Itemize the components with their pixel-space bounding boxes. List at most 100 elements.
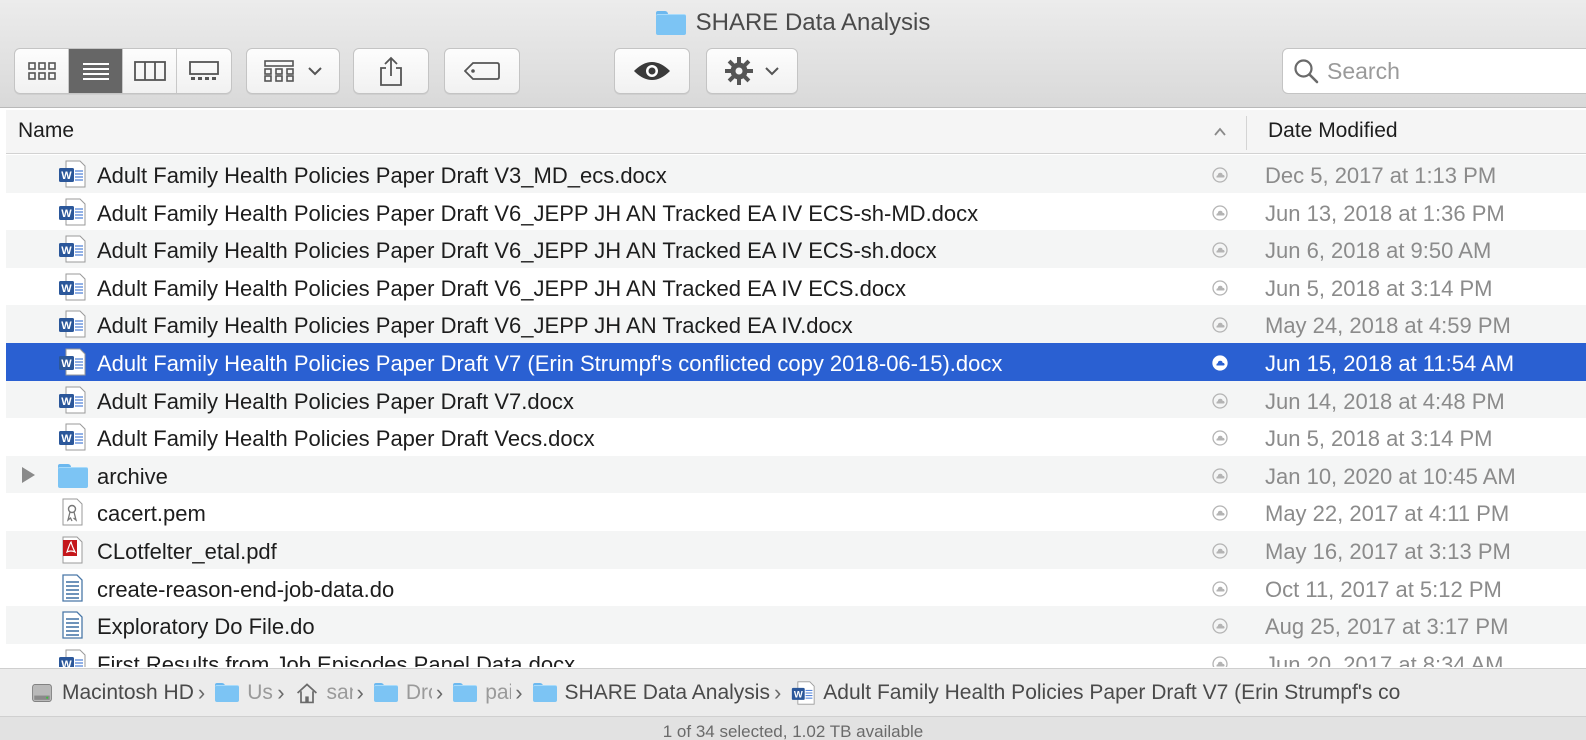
- list-column-header: Name Date Modified: [6, 110, 1586, 154]
- file-date-modified: Aug 25, 2017 at 3:17 PM: [1265, 614, 1509, 640]
- file-row[interactable]: Exploratory Do File.do Aug 25, 2017 at 3:…: [6, 606, 1586, 644]
- path-separator-icon: ›: [515, 679, 523, 705]
- search-field[interactable]: [1282, 48, 1586, 94]
- path-bar-item[interactable]: pai: [453, 681, 511, 705]
- path-bar-item[interactable]: Macintosh HD: [30, 681, 194, 705]
- svg-text:W: W: [61, 396, 72, 408]
- file-type-icon-wrapper: [58, 463, 88, 492]
- svg-text:W: W: [61, 659, 72, 667]
- word-doc-icon: W: [792, 680, 815, 705]
- text-doc-icon: [62, 611, 83, 639]
- file-type-icon-wrapper: [58, 573, 86, 602]
- file-date-modified: Jun 5, 2018 at 3:14 PM: [1265, 426, 1493, 452]
- file-row[interactable]: W Adult Family Health Policies Paper Draf…: [6, 267, 1586, 306]
- file-type-icon-wrapper: [58, 498, 86, 526]
- list-icon: [82, 63, 109, 80]
- file-date-modified: Jun 13, 2018 at 1:36 PM: [1265, 200, 1505, 226]
- path-separator-icon: ›: [197, 679, 206, 705]
- file-row[interactable]: W Adult Family Health Policies Paper Draf…: [6, 380, 1586, 419]
- path-separator-icon: ›: [356, 679, 364, 705]
- path-bar: Macintosh HD›Use›san›Drc›pai›SHARE Data …: [0, 668, 1586, 716]
- word-doc-icon: W: [59, 273, 86, 301]
- file-date-modified: Jun 6, 2018 at 9:50 AM: [1265, 238, 1492, 264]
- view-mode-control: [14, 48, 232, 94]
- chevron-down-icon: [308, 67, 322, 76]
- file-type-icon-wrapper: [58, 611, 86, 639]
- icon-view-button[interactable]: [15, 49, 69, 93]
- list-view-button[interactable]: [69, 49, 123, 93]
- path-bar-item[interactable]: san: [295, 681, 353, 705]
- word-doc-icon: W: [59, 198, 86, 226]
- group-by-button[interactable]: [246, 48, 340, 94]
- file-type-icon-wrapper: [58, 536, 86, 564]
- path-bar-item[interactable]: W Adult Family Health Policies Paper Draf…: [791, 681, 1400, 705]
- folder-icon: [58, 463, 88, 489]
- path-bar-label: Drc: [405, 680, 432, 704]
- sync-status-icon: [1212, 167, 1228, 183]
- path-bar-item[interactable]: Use: [215, 681, 273, 705]
- file-row[interactable]: W First Results from Job Episodes Panel D…: [6, 643, 1586, 667]
- sync-status-icon: [1212, 656, 1228, 667]
- file-row[interactable]: W Adult Family Health Policies Paper Draf…: [6, 305, 1586, 343]
- file-name: create-reason-end-job-data.do: [97, 576, 395, 602]
- file-date-modified: Jan 10, 2020 at 10:45 AM: [1265, 463, 1516, 489]
- column-view-button[interactable]: [123, 49, 177, 93]
- file-list: W Adult Family Health Policies Paper Draf…: [6, 155, 1586, 667]
- word-doc-icon: W: [59, 235, 86, 263]
- path-bar-item[interactable]: Drc: [373, 680, 432, 705]
- file-row[interactable]: W Adult Family Health Policies Paper Draf…: [6, 342, 1586, 381]
- file-row[interactable]: W Adult Family Health Policies Paper Draf…: [6, 192, 1586, 231]
- file-row[interactable]: W Adult Family Health Policies Paper Draf…: [6, 155, 1586, 193]
- word-doc-icon: W: [59, 310, 86, 338]
- quick-look-button[interactable]: [614, 48, 690, 94]
- file-type-icon-wrapper: W: [58, 235, 86, 263]
- file-date-modified: May 22, 2017 at 4:11 PM: [1265, 501, 1510, 527]
- file-row[interactable]: W Adult Family Health Policies Paper Draf…: [6, 230, 1586, 268]
- sort-ascending-icon[interactable]: [1214, 126, 1226, 138]
- file-row[interactable]: W Adult Family Health Policies Paper Draf…: [6, 418, 1586, 456]
- sync-status-icon: [1212, 580, 1228, 597]
- file-row[interactable]: create-reason-end-job-data.do Oct 11, 201…: [6, 568, 1586, 607]
- folder-row[interactable]: archive Jan 10, 2020 at 10:45 AM: [6, 455, 1586, 494]
- svg-text:W: W: [61, 433, 72, 445]
- hard-drive-icon: [32, 683, 52, 702]
- name-column-header[interactable]: Name: [18, 119, 74, 143]
- svg-text:W: W: [61, 170, 72, 182]
- chevron-down-icon: [765, 67, 779, 76]
- window-title-bar: SHARE Data Analysis: [0, 6, 1586, 40]
- eye-icon: [634, 62, 670, 80]
- status-bar: 1 of 34 selected, 1.02 TB available: [0, 716, 1586, 740]
- file-row[interactable]: cacert.pem May 22, 2017 at 4:11 PM: [6, 493, 1586, 531]
- disclosure-triangle-icon[interactable]: [22, 466, 35, 483]
- path-bar-label: Adult Family Health Policies Paper Draft…: [823, 680, 1401, 704]
- file-row[interactable]: CLotfelter_etal.pdf May 16, 2017 at 3:13 …: [6, 530, 1586, 569]
- file-name: Adult Family Health Policies Paper Draft…: [97, 238, 937, 264]
- file-name: Adult Family Health Policies Paper Draft…: [97, 275, 907, 301]
- columns-icon: [133, 61, 166, 81]
- path-bar-label: Macintosh HD: [62, 680, 194, 704]
- path-bar-label: san: [326, 680, 353, 704]
- sync-status-icon: [1212, 618, 1228, 634]
- svg-text:W: W: [794, 688, 803, 699]
- path-separator-icon: ›: [773, 679, 782, 705]
- share-button[interactable]: [353, 48, 429, 94]
- shared-folder-icon: [453, 682, 478, 703]
- file-type-icon-wrapper: W: [58, 348, 86, 376]
- file-name: Adult Family Health Policies Paper Draft…: [97, 426, 595, 452]
- sync-status-icon: [1212, 242, 1228, 258]
- sync-status-icon: [1212, 204, 1228, 221]
- action-menu-button[interactable]: [706, 48, 798, 94]
- tag-button[interactable]: [444, 48, 520, 94]
- path-bar-item[interactable]: SHARE Data Analysis: [532, 681, 770, 705]
- search-icon: [1294, 59, 1319, 84]
- sync-status-icon: [1212, 505, 1228, 521]
- word-doc-icon: W: [59, 386, 86, 414]
- gallery-view-button[interactable]: [177, 49, 231, 93]
- search-input[interactable]: [1327, 57, 1586, 85]
- file-type-icon-wrapper: W: [58, 386, 86, 414]
- column-divider[interactable]: [1246, 116, 1247, 150]
- file-name: Adult Family Health Policies Paper Draft…: [97, 388, 574, 414]
- icon-grid-icon: [27, 62, 56, 80]
- sync-status-icon: [1212, 317, 1228, 334]
- date-modified-column-header[interactable]: Date Modified: [1268, 119, 1398, 143]
